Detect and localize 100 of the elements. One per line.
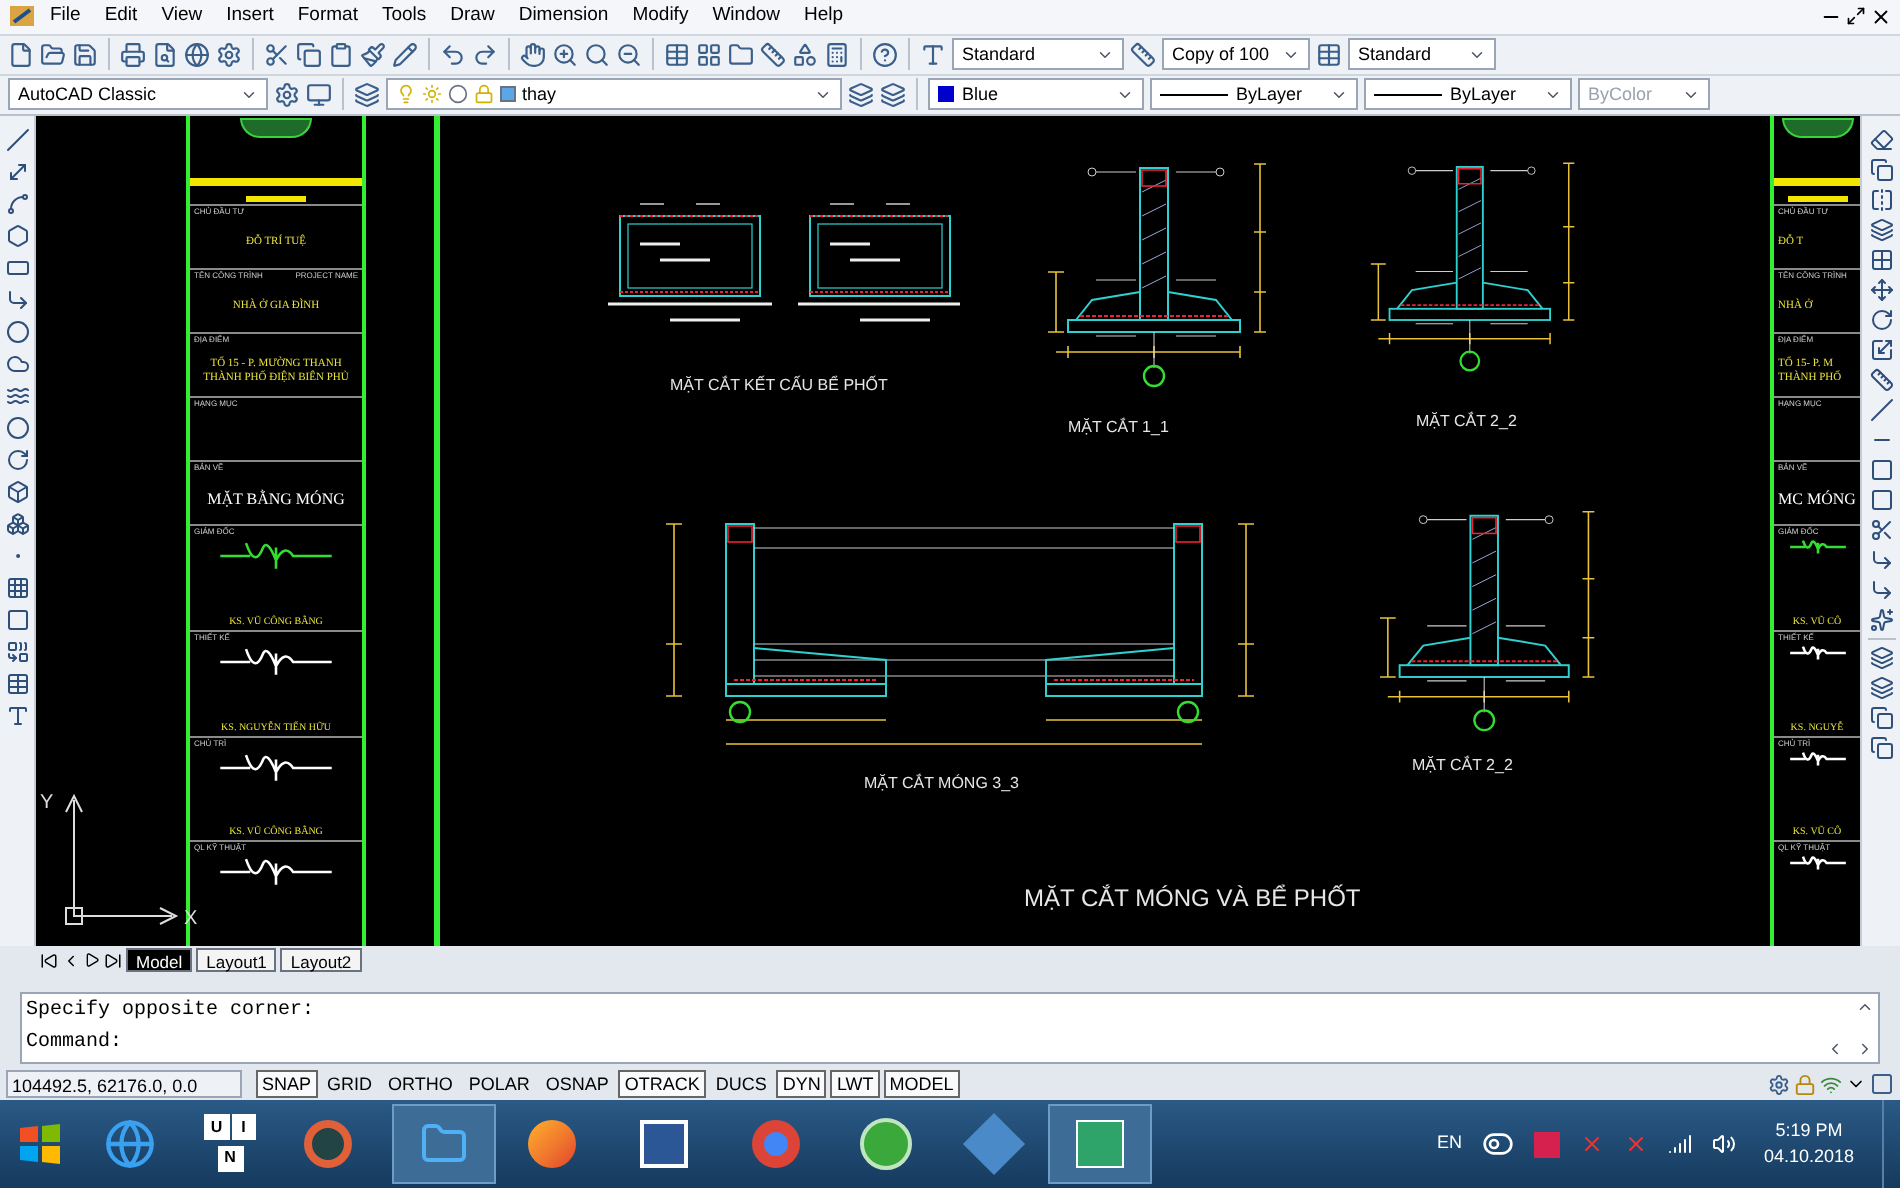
globe-app-icon[interactable] [104,1118,156,1171]
folder-icon[interactable] [728,41,754,68]
menu-item[interactable]: Modify [622,2,699,32]
previous-tab-icon[interactable] [62,951,80,970]
cut-icon[interactable] [264,41,290,68]
stack-icon[interactable] [1869,735,1893,760]
first-tab-icon[interactable] [40,951,58,970]
status-toggle[interactable]: POLAR [462,1070,536,1099]
scroll-right-icon[interactable] [1856,1040,1874,1059]
scale-icon[interactable] [1869,337,1893,362]
clock-time[interactable]: 5:19 PM [1775,1118,1843,1145]
preview-icon[interactable] [152,41,178,68]
spline-icon[interactable] [5,383,29,408]
command-prompt[interactable]: Command: [26,1028,1758,1061]
monitor-icon[interactable] [306,81,332,108]
pencil-icon[interactable] [392,41,418,68]
show-desktop-button[interactable] [1882,1100,1888,1188]
text-icon[interactable] [5,703,29,728]
gear-icon[interactable] [216,41,242,68]
menu-item[interactable]: Tools [371,2,437,32]
ellipse-arc-icon[interactable] [5,447,29,472]
table-style-dropdown[interactable]: Standard [1348,38,1496,71]
dimension-style-dropdown[interactable]: Copy of 100 [1162,38,1310,71]
menu-item[interactable]: Help [794,2,854,32]
layout-tab[interactable]: Layout2 [280,948,362,973]
pan-icon[interactable] [520,41,546,68]
media-app-icon[interactable] [304,1120,352,1169]
toggle-icon[interactable] [1481,1128,1514,1161]
mirror-icon[interactable] [1869,187,1893,212]
status-toggle[interactable]: LWT [830,1070,880,1099]
hatch-icon[interactable] [5,575,29,600]
clock-date[interactable]: 04.10.2018 [1763,1144,1854,1171]
open-folder-icon[interactable] [40,41,66,68]
status-toggle[interactable]: OSNAP [539,1070,615,1099]
menu-item[interactable]: Dimension [508,2,619,32]
save-icon[interactable] [72,41,98,68]
restore-icon[interactable] [1846,6,1866,27]
layout-tab[interactable]: Model [126,948,193,973]
block-icon[interactable] [5,479,29,504]
stretch-icon[interactable] [1869,367,1893,392]
brush-icon[interactable] [360,41,386,68]
menu-item[interactable]: Edit [94,2,148,32]
shapes-icon[interactable] [792,41,818,68]
menu-item[interactable]: View [151,2,213,32]
clean-screen-icon[interactable] [1870,1072,1894,1097]
printer-icon[interactable] [120,41,146,68]
undo-icon[interactable] [440,41,466,68]
arc-icon[interactable] [5,287,29,312]
layers-icon[interactable] [354,81,380,108]
lineweight-dropdown[interactable]: ByLayer [1364,78,1572,111]
gear-icon[interactable] [274,81,300,108]
status-toggle[interactable]: ORTHO [382,1070,459,1099]
menu-item[interactable]: Format [287,2,368,32]
chamfer-icon[interactable] [1869,547,1893,572]
status-toggle[interactable]: GRID [321,1070,379,1099]
circle-icon[interactable] [5,319,29,344]
help-icon[interactable] [872,41,898,68]
color-dropdown[interactable]: Blue [928,78,1144,111]
text-style-icon[interactable] [920,41,946,68]
menu-item[interactable]: Insert [216,2,284,32]
last-tab-icon[interactable] [104,951,122,970]
redo-icon[interactable] [472,41,498,68]
gear-icon[interactable] [1768,1073,1790,1096]
eraser-icon[interactable] [1869,127,1893,152]
explode-icon[interactable] [1869,607,1893,632]
move-icon[interactable] [1869,277,1893,302]
fillet-icon[interactable] [1869,577,1893,602]
calculator-icon[interactable] [824,41,850,68]
polygon-icon[interactable] [5,223,29,248]
rotate-icon[interactable] [1869,307,1893,332]
menu-item[interactable]: File [40,2,91,32]
search-icon[interactable] [584,41,610,68]
cloud-icon[interactable] [5,351,29,376]
globe-icon[interactable] [184,41,210,68]
array-icon[interactable] [1869,247,1893,272]
zoom-in-icon[interactable] [552,41,578,68]
zoom-out-icon[interactable] [616,41,642,68]
text-style-dropdown[interactable]: Standard [952,38,1124,71]
blocks-icon[interactable] [5,511,29,536]
line-icon[interactable] [5,127,29,152]
menu-item[interactable]: Draw [440,2,505,32]
language-indicator[interactable]: EN [1436,1130,1462,1158]
ruler-icon[interactable] [760,41,786,68]
polyline-icon[interactable] [5,191,29,216]
dimension-style-icon[interactable] [1130,41,1156,68]
close-icon[interactable] [1870,5,1892,28]
ellipse-icon[interactable] [5,415,29,440]
layout-tab[interactable]: Layout1 [196,948,277,973]
next-tab-icon[interactable] [84,952,100,969]
table-icon[interactable] [5,671,29,696]
paste-icon[interactable] [328,41,354,68]
grid-icon[interactable] [696,41,722,68]
lock-icon[interactable] [1794,1073,1816,1096]
menu-item[interactable]: Window [702,2,790,32]
status-toggle[interactable]: OTRACK [618,1070,706,1099]
status-toggle[interactable]: SNAP [256,1070,318,1099]
linetype-dropdown[interactable]: ByLayer [1150,78,1358,111]
table-icon[interactable] [664,41,690,68]
diagonal-line-icon[interactable] [5,159,29,184]
workspace-dropdown[interactable]: AutoCAD Classic [8,78,268,111]
